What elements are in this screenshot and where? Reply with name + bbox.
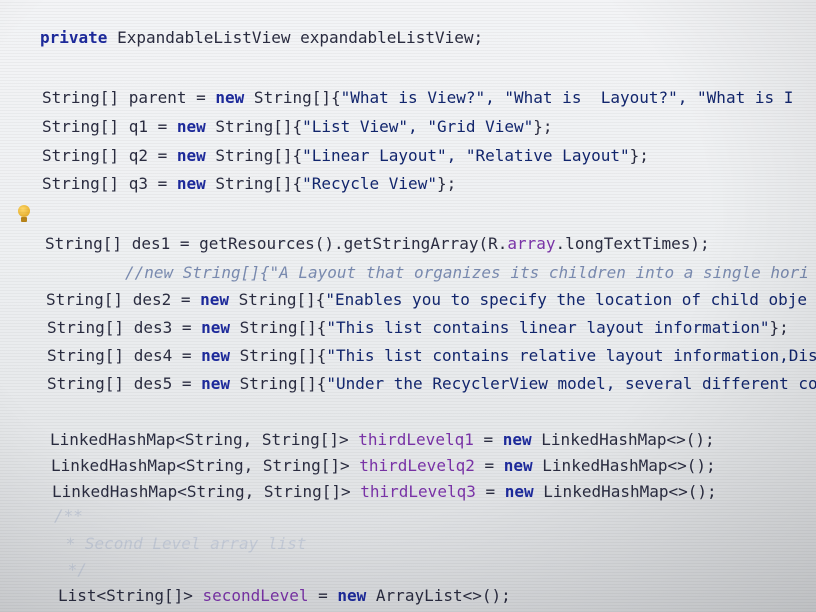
code-line-10: String[] des4 = new String[]{"This list … [47, 346, 816, 368]
code-token: new [201, 318, 231, 337]
code-token: "Linear Layout", "Relative Layout" [302, 146, 630, 165]
code-token: "What is View?", "What is Layout?", "Wha… [340, 88, 794, 107]
code-token: LinkedHashMap<>(); [531, 430, 715, 449]
code-token: new [176, 174, 206, 193]
code-line-15: /** [54, 506, 816, 528]
code-token: String[] des1 = getResources().getString… [45, 234, 508, 253]
code-token: new [502, 430, 532, 449]
code-line-3: String[] q1 = new String[]{"List View", … [42, 117, 816, 139]
code-token: new [201, 374, 231, 393]
code-token: "Under the RecyclerView model, several d… [326, 374, 816, 393]
code-line-16: * Second Level array list [56, 534, 816, 556]
code-token: "Recycle View" [302, 174, 437, 193]
code-token: String[]{ [205, 117, 303, 136]
code-token: }; [533, 117, 553, 136]
code-token: }; [436, 174, 457, 193]
code-line-8: String[] des2 = new String[]{"Enables yo… [46, 290, 816, 312]
code-token: LinkedHashMap<String, String[]> [52, 482, 361, 501]
code-line-18: List<String[]> secondLevel = new ArrayLi… [58, 586, 816, 608]
code-token: */ [58, 560, 87, 579]
code-line-2: String[] parent = new String[]{"What is … [42, 88, 816, 110]
code-token: secondLevel [202, 586, 309, 605]
code-token: * Second Level array list [56, 534, 307, 553]
code-line-14: LinkedHashMap<String, String[]> thirdLev… [52, 482, 816, 504]
code-token: ArrayList<>(); [366, 586, 511, 605]
code-token: expandableListView [300, 28, 474, 47]
code-token: String[] parent = [42, 88, 216, 107]
code-token: String[]{ [205, 174, 303, 193]
code-line-9: String[] des3 = new String[]{"This list … [47, 318, 816, 340]
code-area[interactable]: private ExpandableListView expandableLis… [0, 0, 816, 612]
code-token: LinkedHashMap<>(); [532, 456, 716, 475]
lightbulb-base [21, 217, 27, 222]
code-line-11: String[] des5 = new String[]{"Under the … [47, 374, 816, 396]
code-token: = [474, 456, 504, 475]
code-line-13: LinkedHashMap<String, String[]> thirdLev… [51, 456, 816, 478]
lightbulb-glass [18, 205, 30, 217]
code-token: String[] des2 = [46, 290, 201, 309]
code-token: String[] q2 = [42, 146, 177, 165]
code-token: "This list contains linear layout inform… [326, 318, 770, 337]
code-token: thirdLevelq1 [358, 430, 474, 449]
code-line-4: String[] q2 = new String[]{"Linear Layou… [42, 146, 816, 168]
code-token: LinkedHashMap<String, String[]> [51, 456, 360, 475]
code-token: String[]{ [230, 318, 327, 337]
code-token: String[] q3 = [42, 174, 177, 193]
code-line-7: //new String[]{"A Layout that organizes … [125, 263, 816, 285]
code-token: String[]{ [230, 374, 327, 393]
code-token: String[] q1 = [42, 117, 177, 136]
code-token: thirdLevelq2 [359, 456, 475, 475]
code-token: "This list contains relative layout info… [326, 346, 816, 365]
code-token: }; [629, 146, 649, 165]
code-token: new [337, 586, 367, 605]
code-token: new [504, 482, 534, 501]
code-token: LinkedHashMap<String, String[]> [50, 430, 359, 449]
code-token: ExpandableListView [107, 28, 301, 47]
code-token: //new String[]{"A Layout that organizes … [125, 263, 809, 282]
code-token: private [40, 28, 108, 47]
code-line-6: String[] des1 = getResources().getString… [45, 234, 816, 256]
code-token: String[]{ [229, 290, 326, 309]
code-token: List<String[]> [58, 586, 203, 605]
code-token: }; [769, 318, 789, 337]
code-token: String[] des4 = [47, 346, 202, 365]
code-token: array [507, 234, 556, 253]
code-token: new [503, 456, 533, 475]
code-token: String[] des3 = [47, 318, 202, 337]
code-token: .longTextTimes); [555, 234, 710, 253]
code-token: new [201, 346, 231, 365]
code-token: thirdLevelq3 [360, 482, 476, 501]
code-token: new [176, 146, 206, 165]
code-token: = [473, 430, 503, 449]
code-token: new [215, 88, 245, 107]
code-token: String[] des5 = [47, 374, 202, 393]
code-token: String[]{ [244, 88, 341, 107]
code-line-5: String[] q3 = new String[]{"Recycle View… [42, 174, 816, 196]
lightbulb-icon[interactable] [17, 205, 31, 225]
code-line-12: LinkedHashMap<String, String[]> thirdLev… [50, 430, 816, 452]
code-token: String[]{ [230, 346, 327, 365]
code-token: new [200, 290, 230, 309]
code-token: String[]{ [205, 146, 303, 165]
code-token: = [475, 482, 505, 501]
code-editor-screen: private ExpandableListView expandableLis… [0, 0, 816, 612]
code-token: /** [54, 506, 83, 525]
code-token: new [176, 117, 206, 136]
code-token: "List View", "Grid View" [302, 117, 534, 136]
code-token: LinkedHashMap<>(); [533, 482, 717, 501]
code-token: ; [473, 28, 484, 47]
code-line-1: private ExpandableListView expandableLis… [40, 28, 816, 50]
code-token: = [308, 586, 338, 605]
code-line-17: */ [58, 560, 816, 582]
code-token: "Enables you to specify the location of … [325, 290, 807, 309]
